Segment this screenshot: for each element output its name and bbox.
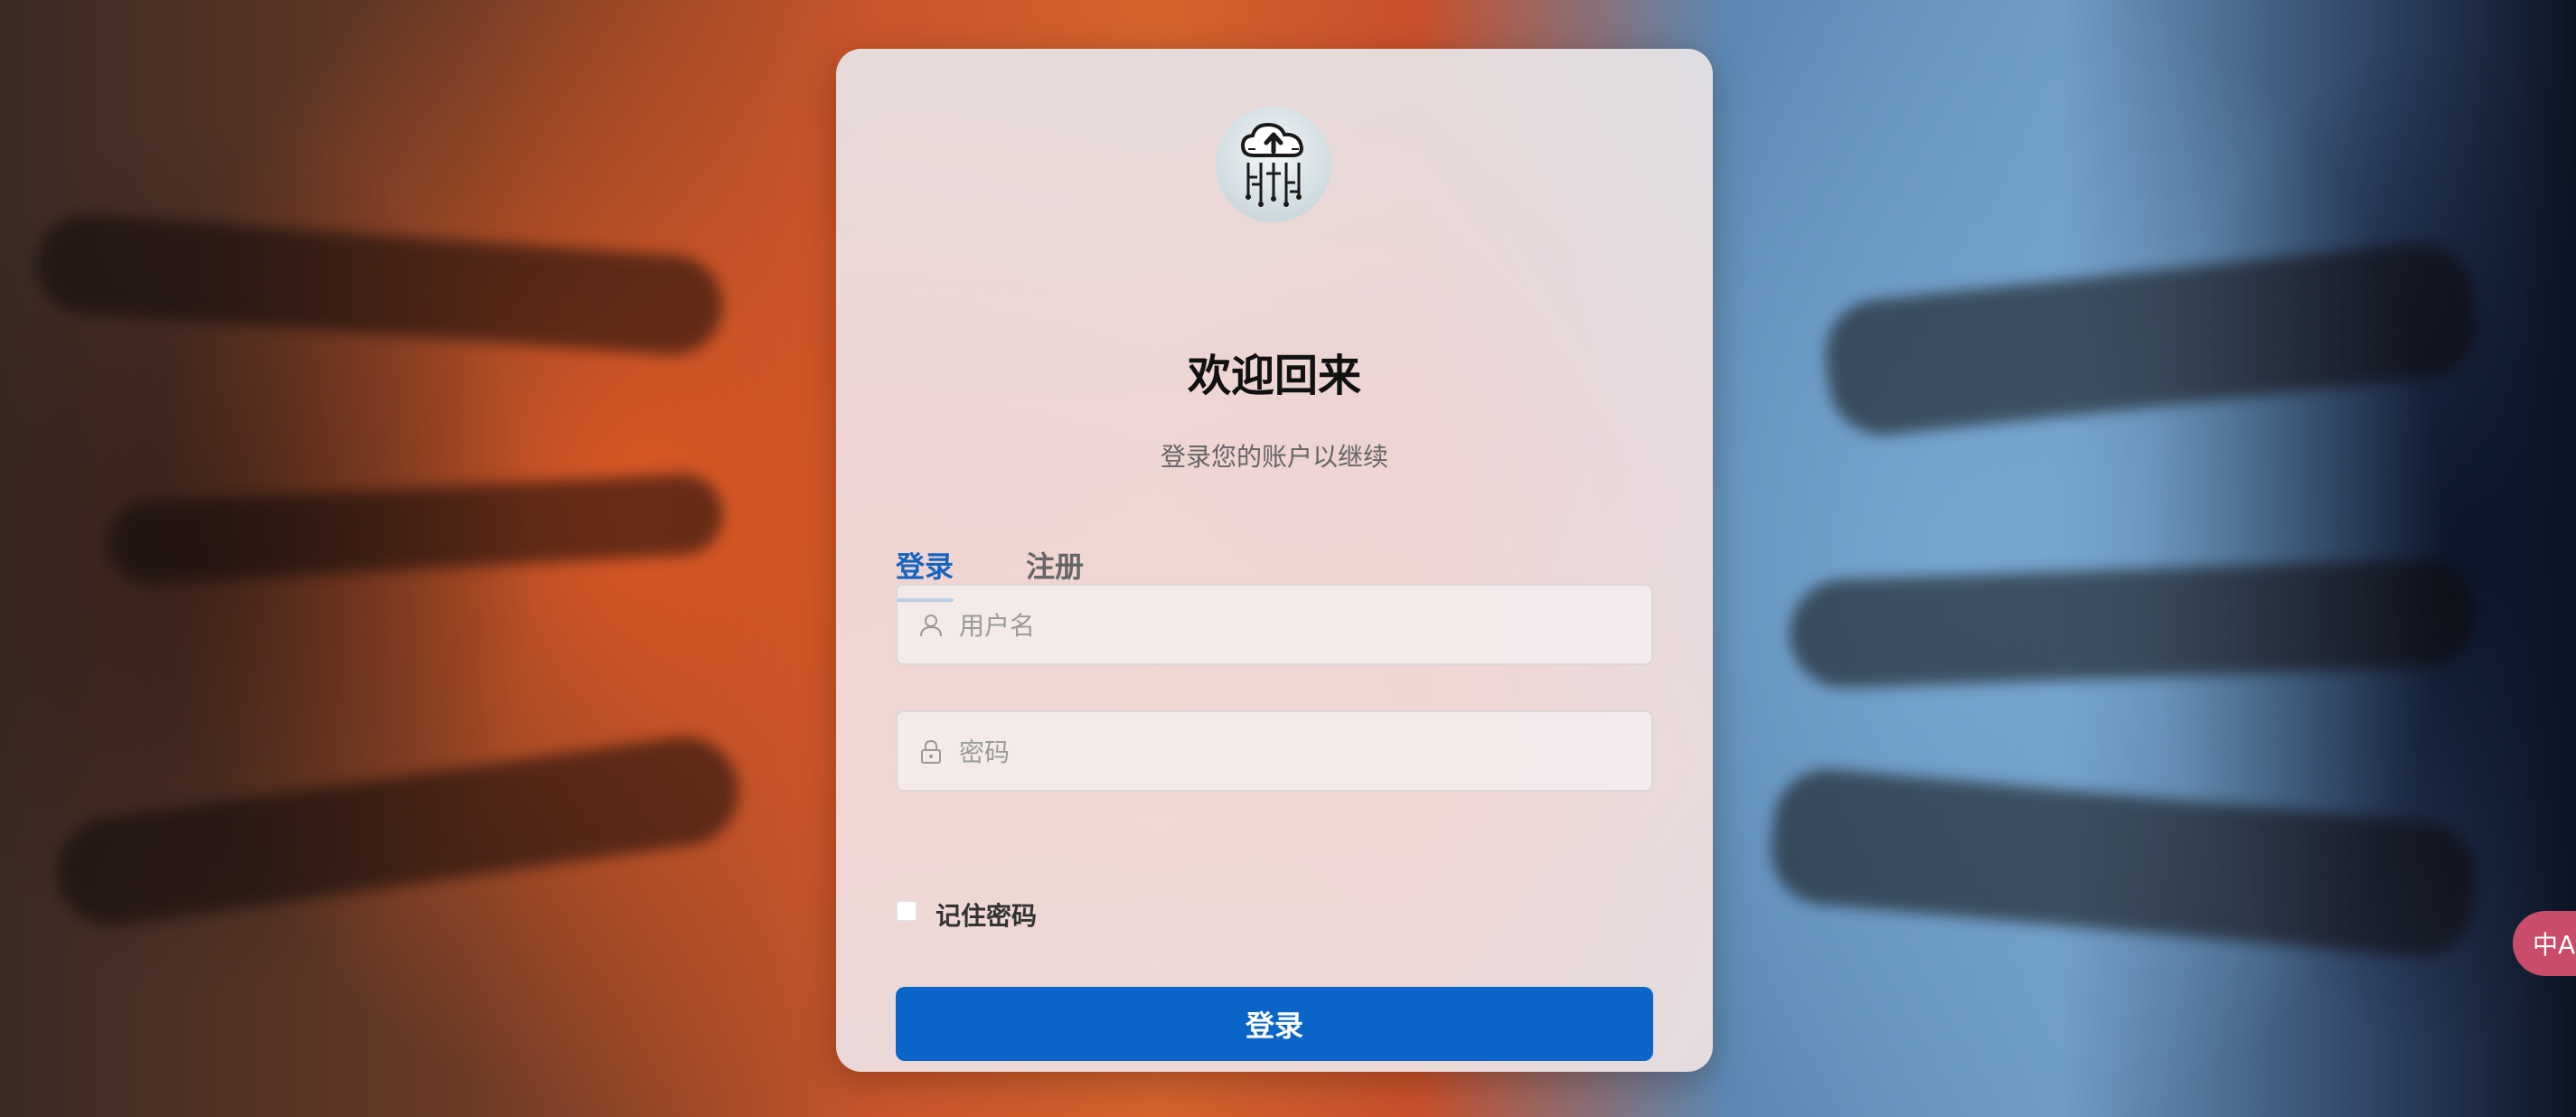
password-input[interactable] [957,712,1630,792]
user-icon [920,615,942,637]
lock-icon [921,739,941,764]
translate-icon: 中A [2533,930,2576,960]
login-card: 欢迎回来 登录您的账户以继续 登录 注册 记住密码 登录 [836,49,1713,1072]
tab-register[interactable]: 注册 [1026,544,1084,586]
login-button[interactable]: 登录 [896,987,1653,1061]
shadow-figure [1788,557,2478,690]
tab-login[interactable]: 登录 [896,544,954,586]
cloud-upload-circuit-icon [1240,122,1303,207]
page-subtitle: 登录您的账户以继续 [1160,442,1388,472]
shadow-figure [33,211,726,359]
username-field[interactable] [896,584,1653,665]
logo [1216,107,1331,222]
page-title: 欢迎回来 [1187,351,1361,401]
remember-label: 记住密码 [935,901,1038,931]
translate-widget-button[interactable]: 中A [2513,911,2576,976]
username-input[interactable] [957,586,1630,665]
password-field[interactable] [896,710,1653,792]
shadow-figure [50,729,746,934]
shadow-figure [1820,237,2482,441]
shadow-figure [107,472,725,586]
remember-checkbox[interactable] [896,900,917,922]
shadow-figure [1766,765,2482,962]
